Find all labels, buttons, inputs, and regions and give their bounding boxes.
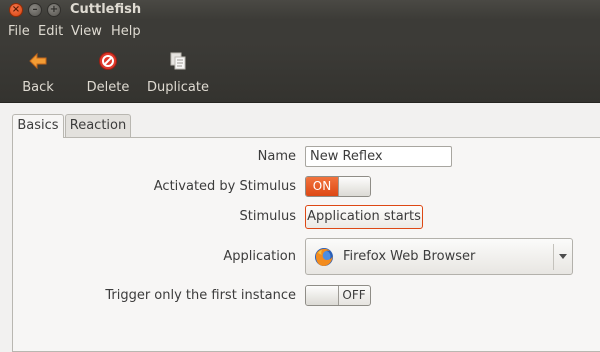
name-input[interactable]: New Reflex [305,146,452,167]
activated-label: Activated by Stimulus [153,179,296,194]
activated-switch[interactable]: ON [305,176,371,197]
duplicate-icon [170,52,186,70]
chevron-down-icon [559,254,567,259]
stimulus-label: Stimulus [239,209,297,224]
delete-label: Delete [86,80,130,95]
menu-bar: File Edit View Help [0,20,600,43]
tab-reaction[interactable]: Reaction [65,114,131,137]
first-instance-switch-off: OFF [342,288,366,302]
first-instance-label: Trigger only the first instance [105,288,296,303]
duplicate-button[interactable]: Duplicate [146,43,210,103]
first-instance-switch[interactable]: OFF [305,285,371,306]
window-minimize-button[interactable]: – [28,3,42,17]
switch-knob [306,286,339,305]
back-label: Back [22,80,54,95]
delete-button[interactable]: Delete [84,43,132,103]
window-close-button[interactable]: × [9,3,23,17]
stimulus-button[interactable]: Application starts [305,205,423,229]
back-arrow-icon [29,52,47,70]
combo-separator [553,244,554,270]
back-button[interactable]: Back [14,43,62,103]
close-icon: × [11,4,21,15]
duplicate-label: Duplicate [147,80,209,95]
delete-icon [99,52,117,70]
name-label: Name [257,149,296,164]
toolbar: Back Delete Duplicate [0,43,600,103]
maximize-icon: + [49,4,59,15]
menu-view[interactable]: View [71,24,102,39]
window-maximize-button[interactable]: + [47,3,61,17]
window-title: Cuttlefish [70,2,142,17]
activated-switch-on: ON [306,177,338,196]
switch-knob [338,177,370,196]
application-combo[interactable]: Firefox Web Browser [305,238,573,275]
firefox-icon [315,248,333,266]
menu-edit[interactable]: Edit [38,24,63,39]
application-value: Firefox Web Browser [343,249,476,264]
tab-basics[interactable]: Basics [12,114,64,138]
title-bar: × – + Cuttlefish [0,0,600,20]
minimize-icon: – [32,4,38,15]
menu-help[interactable]: Help [111,24,141,39]
menu-file[interactable]: File [8,24,30,39]
application-label: Application [223,249,296,264]
